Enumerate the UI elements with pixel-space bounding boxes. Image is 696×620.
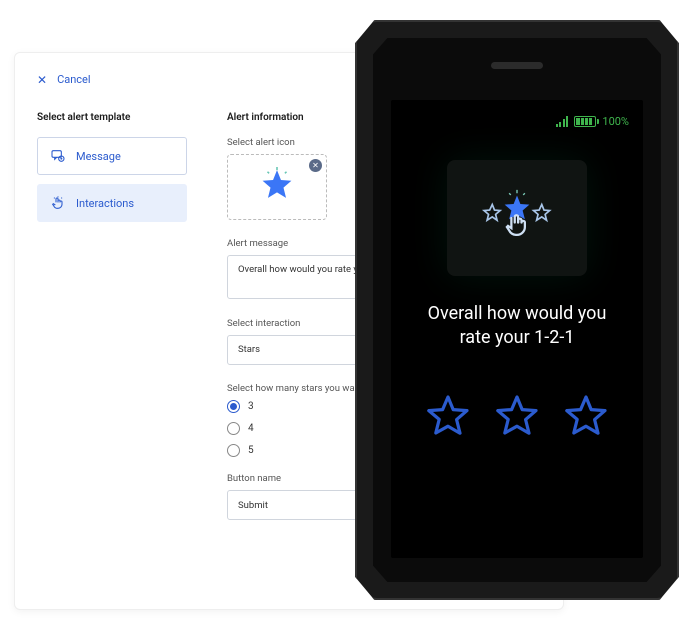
battery-text: 100% — [602, 115, 629, 128]
radio-icon — [227, 444, 240, 457]
rating-star-3[interactable] — [562, 391, 610, 443]
close-icon: ✕ — [37, 74, 47, 86]
template-label: Message — [76, 150, 121, 163]
remove-icon-button[interactable]: ✕ — [309, 159, 322, 172]
star-tap-icon — [258, 167, 296, 208]
device-screen: 100% Overall how would — [391, 100, 643, 558]
radio-label: 3 — [248, 401, 254, 412]
radio-icon — [227, 400, 240, 413]
device-bezel: 100% Overall how would — [373, 38, 661, 582]
radio-icon — [227, 422, 240, 435]
battery-icon — [574, 116, 596, 127]
device-frame: 100% Overall how would — [355, 20, 679, 600]
radio-label: 5 — [248, 445, 254, 456]
template-section-title: Select alert template — [37, 112, 187, 123]
preview-icon-box — [447, 160, 587, 276]
preview-star-row — [405, 391, 629, 443]
status-bar: 100% — [405, 112, 629, 130]
template-column: Select alert template Message Interactio… — [37, 112, 187, 545]
cancel-label: Cancel — [57, 73, 90, 86]
star-tap-preview-icon — [472, 184, 562, 252]
signal-icon — [556, 116, 569, 127]
preview-message-text: Overall how would you rate your 1-2-1 — [405, 302, 629, 351]
chat-icon — [50, 148, 66, 164]
tap-icon — [50, 195, 66, 211]
radio-label: 4 — [248, 423, 254, 434]
device-speaker — [491, 62, 543, 69]
template-option-message[interactable]: Message — [37, 137, 187, 175]
rating-star-2[interactable] — [493, 391, 541, 443]
alert-icon-picker[interactable]: ✕ — [227, 154, 327, 220]
rating-star-1[interactable] — [424, 391, 472, 443]
template-label: Interactions — [76, 197, 134, 210]
template-option-interactions[interactable]: Interactions — [37, 184, 187, 222]
